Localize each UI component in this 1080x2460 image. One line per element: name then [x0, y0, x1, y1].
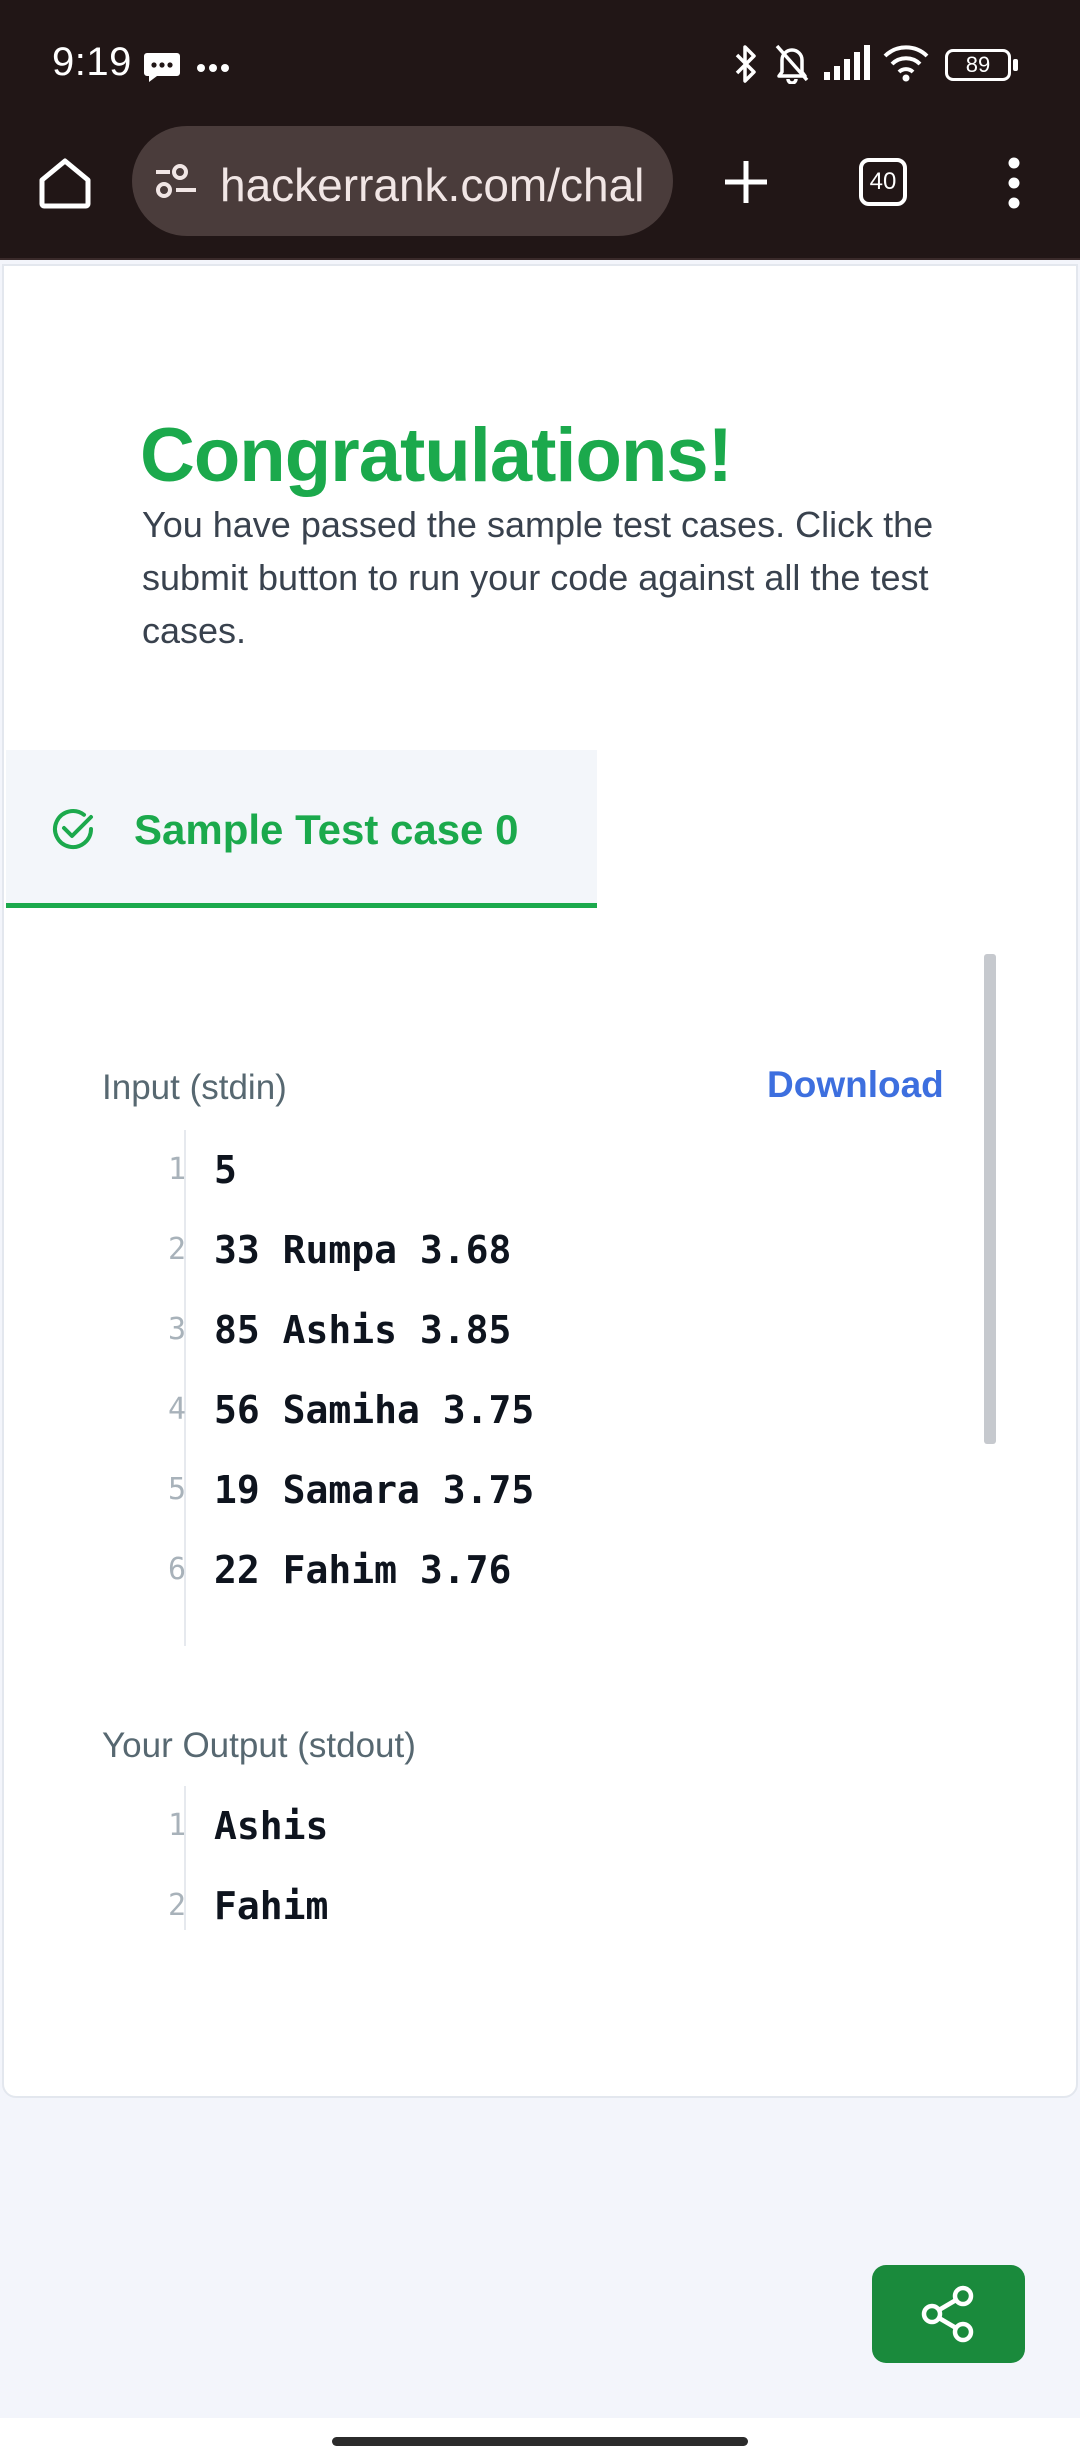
input-label: Input (stdin) — [102, 1068, 287, 1107]
line-text: 5 — [214, 1148, 237, 1192]
scrollbar[interactable] — [984, 954, 996, 1444]
input-line: 1 5 — [102, 1130, 962, 1210]
site-info-icon[interactable] — [154, 162, 200, 205]
tab-sample-test-case-0[interactable]: Sample Test case 0 — [6, 750, 597, 908]
input-line: 4 56 Samiha 3.75 — [102, 1370, 962, 1450]
bell-muted-icon — [772, 42, 812, 89]
line-text: Fahim — [214, 1884, 329, 1928]
line-text: Ashis — [214, 1804, 329, 1848]
url-text[interactable]: hackerrank.com/chal — [220, 158, 644, 212]
address-bar[interactable]: hackerrank.com/chal — [132, 126, 673, 236]
line-number: 1 — [167, 1808, 186, 1843]
input-line: 2 33 Rumpa 3.68 — [102, 1210, 962, 1290]
menu-icon[interactable] — [1004, 156, 1024, 215]
line-text: 22 Fahim 3.76 — [214, 1548, 512, 1592]
line-text: 85 Ashis 3.85 — [214, 1308, 512, 1352]
result-card: Congratulations! You have passed the sam… — [2, 264, 1078, 2098]
message-icon — [143, 50, 181, 89]
line-text: 19 Samara 3.75 — [214, 1468, 535, 1512]
line-text: 33 Rumpa 3.68 — [214, 1228, 512, 1272]
output-line: 2 Fahim — [102, 1866, 962, 1930]
download-link[interactable]: Download — [767, 1064, 944, 1106]
battery-cap — [1013, 59, 1018, 71]
output-label: Your Output (stdout) — [102, 1726, 416, 1765]
check-circle-icon — [50, 806, 96, 857]
line-number: 1 — [167, 1152, 186, 1187]
status-bar: 9:19 89 — [0, 0, 1080, 126]
line-number: 4 — [167, 1392, 186, 1427]
input-code-block: 1 5 2 33 Rumpa 3.68 3 85 Ashis 3.85 4 56… — [102, 1130, 962, 1646]
line-number: 5 — [167, 1472, 186, 1507]
line-number: 2 — [167, 1888, 186, 1923]
tabs-icon[interactable]: 40 — [859, 158, 907, 206]
result-description: You have passed the sample test cases. C… — [142, 504, 934, 651]
result-title: Congratulations! — [140, 413, 733, 498]
wifi-icon — [882, 44, 930, 87]
bluetooth-icon — [732, 44, 760, 89]
line-number: 3 — [167, 1312, 186, 1347]
tab-label: Sample Test case 0 — [134, 806, 519, 853]
home-icon[interactable] — [36, 156, 94, 215]
browser-toolbar: hackerrank.com/chal 40 — [0, 126, 1080, 260]
line-number: 2 — [167, 1232, 186, 1267]
input-line: 3 85 Ashis 3.85 — [102, 1290, 962, 1370]
input-line: 5 19 Samara 3.75 — [102, 1450, 962, 1530]
signal-icon — [822, 44, 870, 87]
line-number: 6 — [167, 1552, 186, 1587]
share-button[interactable] — [872, 2265, 1025, 2363]
gesture-handle[interactable] — [332, 2437, 748, 2446]
line-text: 56 Samiha 3.75 — [214, 1388, 535, 1432]
output-line: 1 Ashis — [102, 1786, 962, 1866]
battery-icon: 89 — [945, 49, 1011, 81]
status-time: 9:19 — [52, 40, 132, 84]
more-dots-icon — [196, 60, 230, 78]
new-tab-icon[interactable] — [722, 158, 770, 211]
output-code-block: 1 Ashis 2 Fahim — [102, 1786, 962, 1930]
input-line: 6 22 Fahim 3.76 — [102, 1530, 962, 1610]
share-icon — [921, 2285, 974, 2343]
